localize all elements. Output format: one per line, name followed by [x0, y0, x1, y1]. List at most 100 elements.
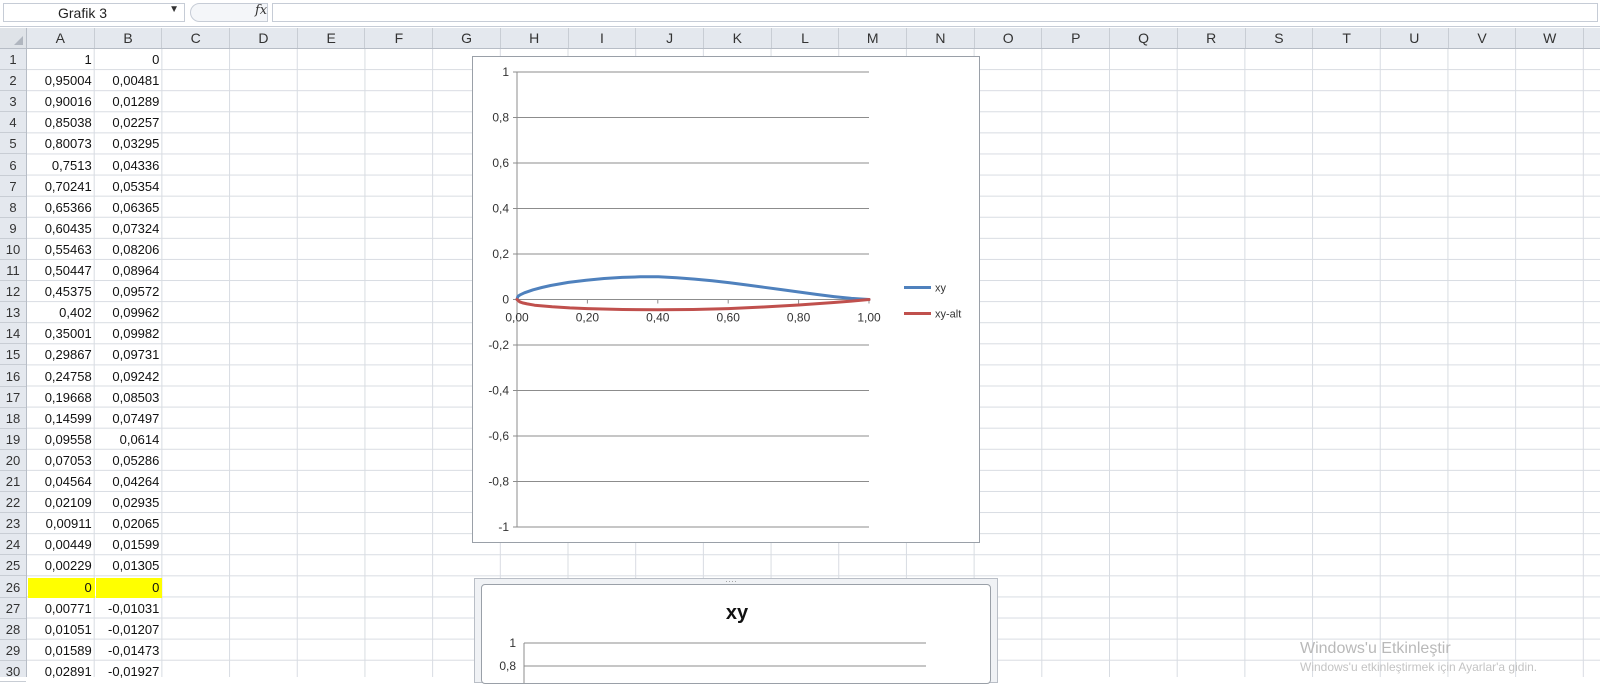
cell-a5[interactable]: 0,80073	[28, 134, 95, 154]
cell-a18[interactable]: 0,14599	[28, 409, 95, 429]
cell-b16[interactable]: 0,09242	[96, 367, 163, 387]
column-header-u[interactable]: U	[1381, 28, 1449, 48]
cell-a26[interactable]: 0	[28, 577, 95, 598]
cell-b27[interactable]: -0,01031	[96, 599, 163, 619]
cell-a16[interactable]: 0,24758	[28, 367, 95, 387]
cell-b23[interactable]: 0,02065	[96, 514, 163, 534]
cell-a13[interactable]: 0,402	[28, 303, 95, 323]
column-header-d[interactable]: D	[230, 28, 298, 48]
row-header-16[interactable]: 16	[0, 366, 26, 387]
name-box[interactable]: Grafik 3 ▼	[3, 3, 185, 22]
row-header-8[interactable]: 8	[0, 197, 26, 218]
cell-a2[interactable]: 0,95004	[28, 71, 95, 91]
cell-b5[interactable]: 0,03295	[96, 134, 163, 154]
chart-xy[interactable]: xy 1 0,8	[481, 584, 991, 684]
column-header-o[interactable]: O	[975, 28, 1043, 48]
column-header-g[interactable]: G	[433, 28, 501, 48]
cell-b4[interactable]: 0,02257	[96, 113, 163, 133]
column-header-h[interactable]: H	[501, 28, 569, 48]
row-header-14[interactable]: 14	[0, 323, 26, 345]
column-header-m[interactable]: M	[839, 28, 908, 48]
cell-a1[interactable]: 1	[28, 50, 95, 70]
cell-b20[interactable]: 0,05286	[96, 451, 163, 471]
row-header-1[interactable]: 1	[0, 49, 26, 71]
cell-b6[interactable]: 0,04336	[96, 156, 163, 176]
function-icon[interactable]: fx	[255, 3, 267, 18]
row-header-28[interactable]: 28	[0, 619, 26, 640]
cell-a27[interactable]: 0,00771	[28, 599, 95, 619]
row-header-17[interactable]: 17	[0, 387, 26, 408]
dropdown-arrow-icon[interactable]: ▼	[169, 4, 179, 15]
row-header-23[interactable]: 23	[0, 513, 26, 535]
cell-b21[interactable]: 0,04264	[96, 472, 163, 492]
cell-a20[interactable]: 0,07053	[28, 451, 95, 471]
cell-a3[interactable]: 0,90016	[28, 92, 95, 112]
cell-b17[interactable]: 0,08503	[96, 388, 163, 408]
row-header-30[interactable]: 30	[0, 661, 26, 682]
cell-b18[interactable]: 0,07497	[96, 409, 163, 429]
cell-b24[interactable]: 0,01599	[96, 535, 163, 555]
cell-b25[interactable]: 0,01305	[96, 556, 163, 576]
cell-a12[interactable]: 0,45375	[28, 282, 95, 302]
cell-b15[interactable]: 0,09731	[96, 345, 163, 365]
cell-a17[interactable]: 0,19668	[28, 388, 95, 408]
cell-a9[interactable]: 0,60435	[28, 219, 95, 239]
cell-b8[interactable]: 0,06365	[96, 198, 163, 218]
cell-b1[interactable]: 0	[96, 50, 163, 70]
cell-a22[interactable]: 0,02109	[28, 493, 95, 513]
cell-b19[interactable]: 0,0614	[96, 430, 163, 450]
formula-input[interactable]	[272, 3, 1598, 22]
cell-a23[interactable]: 0,00911	[28, 514, 95, 534]
cell-a30[interactable]: 0,02891	[28, 662, 95, 682]
column-header-a[interactable]: A	[27, 28, 95, 48]
cell-b9[interactable]: 0,07324	[96, 219, 163, 239]
cell-a15[interactable]: 0,29867	[28, 345, 95, 365]
cell-a4[interactable]: 0,85038	[28, 113, 95, 133]
cell-b7[interactable]: 0,05354	[96, 177, 163, 197]
cell-b2[interactable]: 0,00481	[96, 71, 163, 91]
row-header-3[interactable]: 3	[0, 91, 26, 113]
row-header-13[interactable]: 13	[0, 302, 26, 324]
cell-a29[interactable]: 0,01589	[28, 641, 95, 661]
column-header-w[interactable]: W	[1516, 28, 1585, 48]
cell-a19[interactable]: 0,09558	[28, 430, 95, 450]
row-header-18[interactable]: 18	[0, 408, 26, 429]
row-header-12[interactable]: 12	[0, 281, 26, 303]
row-header-24[interactable]: 24	[0, 534, 26, 556]
column-header-c[interactable]: C	[162, 28, 231, 48]
column-header-k[interactable]: K	[704, 28, 772, 48]
cell-a10[interactable]: 0,55463	[28, 240, 95, 260]
cell-a21[interactable]: 0,04564	[28, 472, 95, 492]
column-header-e[interactable]: E	[298, 28, 366, 48]
cell-b10[interactable]: 0,08206	[96, 240, 163, 260]
cell-b28[interactable]: -0,01207	[96, 620, 163, 640]
cell-b30[interactable]: -0,01927	[96, 662, 163, 682]
cell-b29[interactable]: -0,01473	[96, 641, 163, 661]
row-header-29[interactable]: 29	[0, 640, 26, 661]
cell-a24[interactable]: 0,00449	[28, 535, 95, 555]
cell-b22[interactable]: 0,02935	[96, 493, 163, 513]
row-header-11[interactable]: 11	[0, 260, 26, 282]
cell-b14[interactable]: 0,09982	[96, 324, 163, 344]
row-header-9[interactable]: 9	[0, 218, 26, 239]
cell-a25[interactable]: 0,00229	[28, 556, 95, 576]
row-header-2[interactable]: 2	[0, 70, 26, 92]
column-header-p[interactable]: P	[1043, 28, 1111, 48]
chart-airfoil[interactable]: 1 0,8 0,6 0,4 0,2 0 -0,2 -0,4 -0,6 -0,8 -1 0,00 0,20…	[472, 56, 980, 543]
column-header-r[interactable]: R	[1178, 28, 1246, 48]
column-header-l[interactable]: L	[772, 28, 840, 48]
column-header-f[interactable]: F	[366, 28, 434, 48]
row-header-22[interactable]: 22	[0, 492, 26, 514]
column-header-j[interactable]: J	[636, 28, 704, 48]
cell-b12[interactable]: 0,09572	[96, 282, 163, 302]
cell-b11[interactable]: 0,08964	[96, 261, 163, 281]
row-header-25[interactable]: 25	[0, 555, 26, 577]
row-header-20[interactable]: 20	[0, 450, 26, 471]
row-header-4[interactable]: 4	[0, 112, 26, 134]
column-header-n[interactable]: N	[907, 28, 975, 48]
row-header-10[interactable]: 10	[0, 239, 26, 260]
column-header-b[interactable]: B	[95, 28, 163, 48]
row-header-5[interactable]: 5	[0, 133, 26, 155]
select-all-button[interactable]	[0, 28, 27, 49]
cell-a6[interactable]: 0,7513	[28, 156, 95, 176]
